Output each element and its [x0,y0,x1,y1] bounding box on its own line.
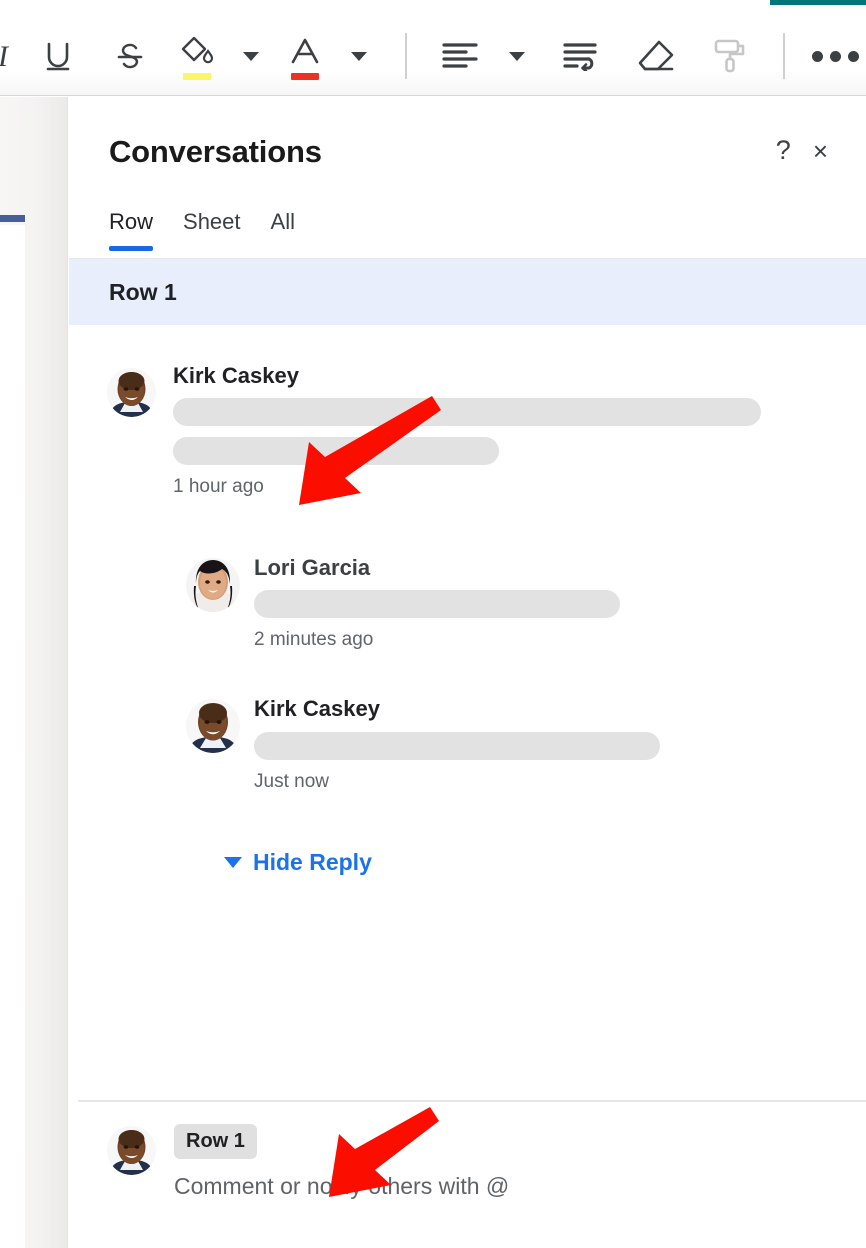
message-body-line [173,437,499,465]
toolbar-divider-2 [783,33,785,79]
toggle-replies-button[interactable]: Hide Reply [224,849,372,876]
message-author: Kirk Caskey [173,364,761,388]
avatar [107,368,156,417]
help-icon[interactable]: ? [776,137,791,164]
close-icon[interactable]: × [813,138,828,164]
align-dropdown-icon[interactable] [491,33,543,79]
thread-root-message: Kirk Caskey 1 hour ago [69,325,866,498]
message-body-line [173,398,761,426]
align-icon[interactable] [429,33,491,79]
message-author: Kirk Caskey [254,697,660,721]
composer-context-chip: Row 1 [174,1124,257,1159]
spreadsheet-left-strip [0,225,25,1248]
text-color-icon[interactable] [274,28,336,84]
panel-tabs: Row Sheet All [109,209,295,251]
row-context-banner[interactable]: Row 1 [69,259,866,325]
fill-color-dropdown-icon[interactable] [228,33,274,79]
message-timestamp: 1 hour ago [173,476,761,498]
comment-composer[interactable]: Row 1 Comment or notify others with @ @ [69,1102,866,1248]
strikethrough-icon[interactable] [94,33,166,79]
avatar [107,1126,156,1175]
chevron-down-icon [224,857,242,868]
fill-color-swatch [183,73,211,80]
toolbar-divider [405,33,407,79]
tab-all[interactable]: All [271,209,295,251]
app-screen: I [0,0,866,1248]
underline-icon[interactable] [22,33,94,79]
formatting-toolbar: I [0,6,866,96]
wrap-text-icon[interactable] [543,33,619,79]
svg-text:I: I [0,40,10,73]
fill-color-icon[interactable] [166,28,228,84]
italic-icon[interactable]: I [0,33,22,79]
top-accent-bar [770,0,866,5]
tab-sheet[interactable]: Sheet [183,209,241,251]
row-context-label: Row 1 [109,279,177,306]
format-painter-icon[interactable] [695,33,765,79]
message-body-line [254,590,620,618]
thread-reply: Lori Garcia 2 minutes ago [69,544,866,651]
tab-row[interactable]: Row [109,209,153,251]
thread-reply: Kirk Caskey Just now [69,685,866,792]
spreadsheet-selection-marker [0,215,25,222]
text-color-dropdown-icon[interactable] [336,33,382,79]
panel-header: Conversations ? × [68,97,866,189]
toggle-replies-label: Hide Reply [253,849,372,876]
avatar [186,699,240,753]
conversations-panel: Conversations ? × Row Sheet All Row 1 [67,97,866,1248]
text-color-swatch [291,73,319,80]
more-options-icon[interactable] [806,33,866,79]
clear-formatting-icon[interactable] [619,33,695,79]
avatar [186,558,240,612]
message-body-line [254,732,660,760]
message-author: Lori Garcia [254,556,620,580]
message-timestamp: 2 minutes ago [254,629,620,651]
conversation-thread: Kirk Caskey 1 hour ago Hide Reply [69,325,866,995]
message-timestamp: Just now [254,771,660,793]
comment-input[interactable]: Comment or notify others with @ [174,1173,509,1200]
page-title: Conversations [109,134,322,170]
